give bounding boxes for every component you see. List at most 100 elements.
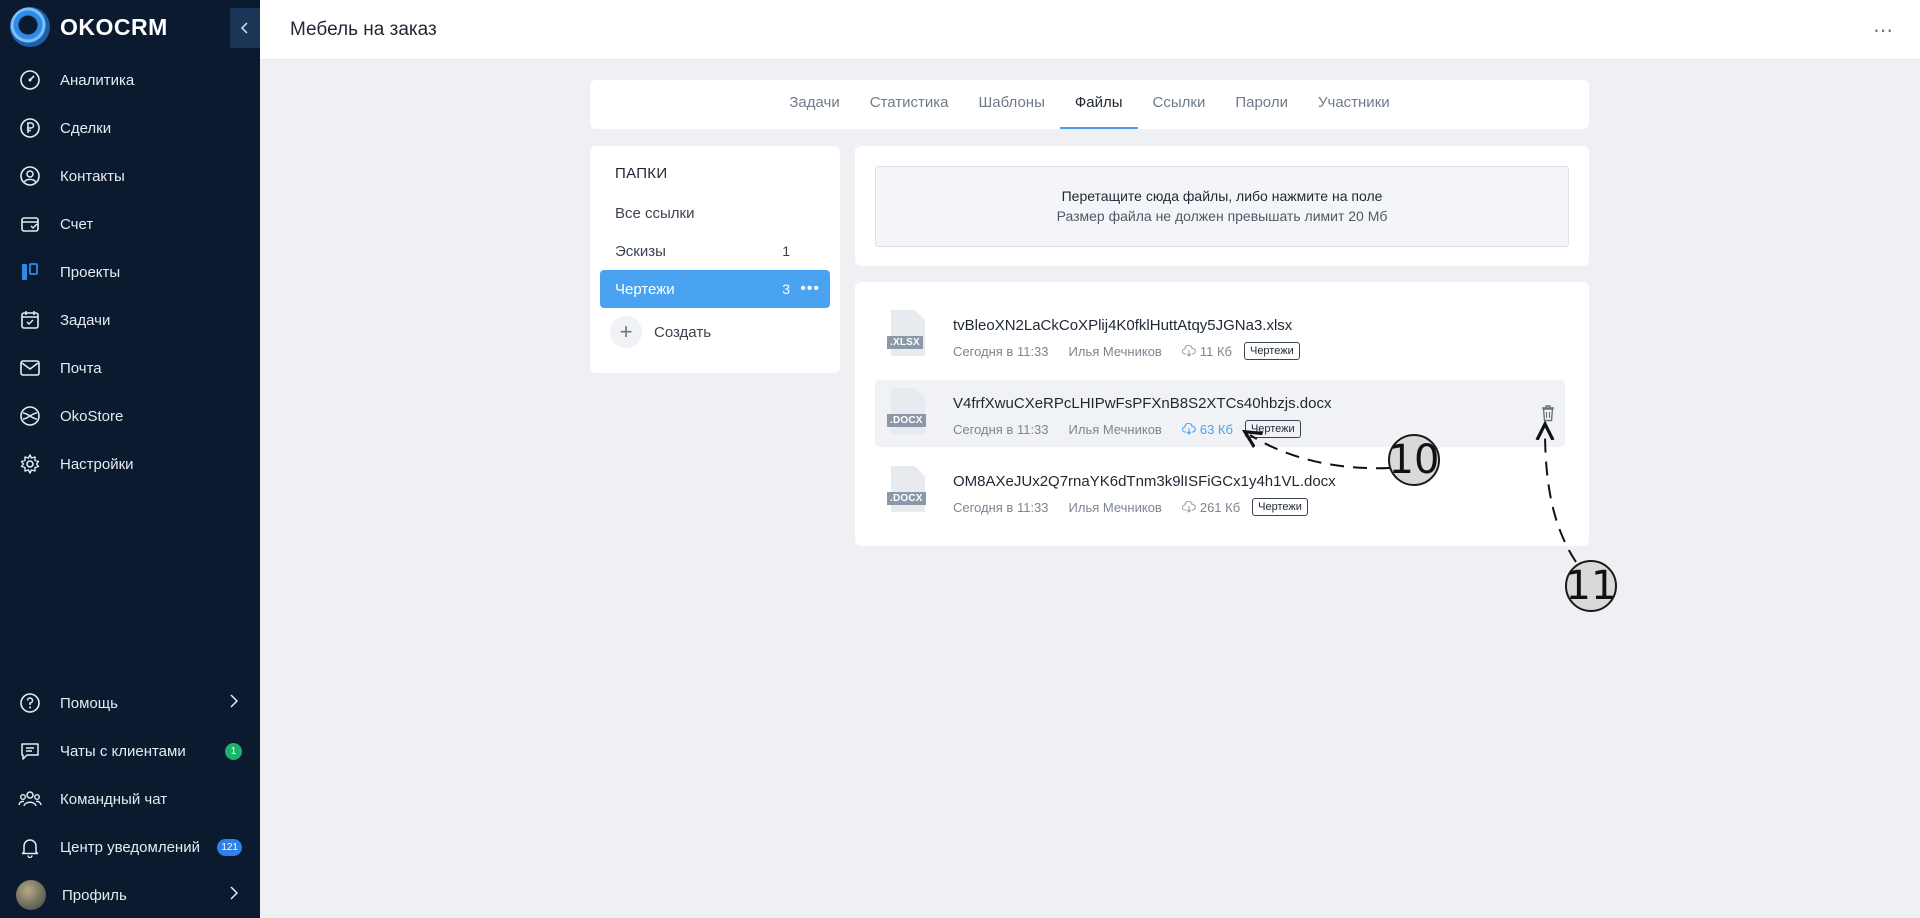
file-download[interactable]: 63 Кб	[1181, 422, 1233, 437]
ruble-icon	[18, 116, 42, 140]
sidebar-item-projects[interactable]: Проекты	[0, 248, 260, 296]
store-icon	[18, 404, 42, 428]
file-author: Илья Мечников	[1068, 421, 1162, 437]
sidebar-item-settings[interactable]: Настройки	[0, 440, 260, 488]
bell-icon	[18, 835, 42, 859]
page-title: Мебель на заказ	[290, 19, 437, 40]
file-meta: Сегодня в 11:33 Илья Мечников 261 Кб Чер…	[953, 498, 1308, 516]
file-extension: .DOCX	[887, 414, 926, 427]
folder-drawings[interactable]: Чертежи 3 •••	[600, 270, 830, 308]
folder-label: Все ссылки	[615, 204, 695, 222]
bottom-nav: Помощь Чаты с клиентами 1 Командный чат …	[0, 679, 260, 918]
sidebar-item-label: Профиль	[62, 886, 127, 904]
tab-files[interactable]: Файлы	[1059, 80, 1138, 129]
upload-panel: Перетащите сюда файлы, либо нажмите на п…	[855, 146, 1589, 266]
callout-10: 10	[1388, 434, 1440, 486]
trash-icon	[1542, 405, 1554, 422]
collapse-sidebar-button[interactable]	[230, 8, 260, 48]
create-folder-button[interactable]: + Создать	[610, 316, 711, 348]
file-size: 261 Кб	[1199, 499, 1241, 515]
file-name[interactable]: V4frfXwuCXeRPcLHIPwFsPFXnB8S2XTCs40hbzjs…	[953, 395, 1331, 412]
tab-statistics[interactable]: Статистика	[855, 80, 964, 129]
calendar-check-icon	[18, 308, 42, 332]
file-date: Сегодня в 11:33	[953, 421, 1049, 437]
sidebar-item-label: Проекты	[60, 263, 121, 281]
sidebar: OKOCRM Аналитика Сделки Контакты Счет Пр…	[0, 0, 260, 918]
delete-file-button[interactable]	[1541, 404, 1555, 427]
chat-icon	[18, 739, 42, 763]
file-dropzone[interactable]: Перетащите сюда файлы, либо нажмите на п…	[875, 166, 1569, 247]
sidebar-item-label: Центр уведомлений	[60, 838, 200, 856]
file-row[interactable]: .DOCX V4frfXwuCXeRPcLHIPwFsPFXnB8S2XTCs4…	[875, 380, 1565, 447]
dropzone-size-limit: Размер файла не должен превышать лимит 2…	[1056, 208, 1388, 224]
file-name[interactable]: tvBleoXN2LaCkCoXPlij4K0fklHuttAtqy5JGNa3…	[953, 317, 1292, 334]
folder-label: Чертежи	[615, 280, 675, 298]
sidebar-item-invoice[interactable]: Счет	[0, 200, 260, 248]
folder-all[interactable]: Все ссылки	[600, 194, 830, 232]
file-name[interactable]: OM8AXeJUx2Q7rnaYK6dTnm3k9lISFiGCx1y4h1VL…	[953, 473, 1336, 490]
notifications-badge: 121	[217, 838, 242, 856]
logo[interactable]: OKOCRM	[10, 6, 168, 48]
sidebar-item-label: Командный чат	[60, 790, 168, 808]
project-tabs: Задачи Статистика Шаблоны Файлы Ссылки П…	[590, 80, 1589, 129]
tab-members[interactable]: Участники	[1303, 80, 1405, 129]
more-options-button[interactable]: ⋯	[1873, 18, 1894, 43]
file-download[interactable]: 11 Кб	[1181, 343, 1232, 359]
file-download[interactable]: 261 Кб	[1181, 499, 1241, 515]
brand-name: OKOCRM	[60, 13, 168, 40]
docx-file-icon: .DOCX	[887, 466, 927, 516]
tab-templates[interactable]: Шаблоны	[964, 80, 1060, 129]
folder-tag: Чертежи	[1243, 342, 1300, 360]
callout-11: 11	[1565, 560, 1617, 612]
xlsx-file-icon: .XLSX	[887, 310, 927, 360]
sidebar-item-label: Контакты	[60, 167, 125, 185]
sidebar-item-team-chat[interactable]: Командный чат	[0, 775, 260, 823]
dropzone-instruction: Перетащите сюда файлы, либо нажмите на п…	[1061, 188, 1383, 204]
sidebar-item-help[interactable]: Помощь	[0, 679, 260, 727]
folder-sketches[interactable]: Эскизы 1	[600, 232, 830, 270]
create-folder-label: Создать	[654, 323, 712, 341]
sidebar-item-label: Аналитика	[60, 71, 135, 89]
sidebar-item-tasks[interactable]: Задачи	[0, 296, 260, 344]
sidebar-item-okostore[interactable]: OkoStore	[0, 392, 260, 440]
file-size: 11 Кб	[1199, 343, 1232, 359]
sidebar-item-label: Почта	[60, 359, 102, 377]
file-row[interactable]: .DOCX OM8AXeJUx2Q7rnaYK6dTnm3k9lISFiGCx1…	[875, 458, 1565, 525]
file-author: Илья Мечников	[1068, 499, 1162, 515]
folder-menu-icon[interactable]: •••	[800, 280, 820, 298]
sidebar-item-profile[interactable]: Профиль	[0, 871, 260, 918]
team-icon	[18, 787, 42, 811]
file-extension: .DOCX	[887, 492, 926, 505]
chevron-right-icon	[230, 694, 239, 712]
tab-links[interactable]: Ссылки	[1138, 80, 1221, 129]
sidebar-item-label: Сделки	[60, 119, 112, 137]
kanban-icon	[18, 260, 42, 284]
file-meta: Сегодня в 11:33 Илья Мечников 11 Кб Черт…	[953, 342, 1300, 360]
invoice-icon	[18, 212, 42, 236]
sidebar-item-mail[interactable]: Почта	[0, 344, 260, 392]
sidebar-item-analytics[interactable]: Аналитика	[0, 56, 260, 104]
plus-icon: +	[610, 316, 642, 348]
file-extension: .XLSX	[887, 336, 923, 349]
tab-passwords[interactable]: Пароли	[1220, 80, 1303, 129]
logo-icon	[10, 7, 50, 47]
sidebar-item-notifications[interactable]: Центр уведомлений 121	[0, 823, 260, 871]
cloud-download-icon	[1181, 423, 1196, 435]
file-row[interactable]: .XLSX tvBleoXN2LaCkCoXPlij4K0fklHuttAtqy…	[875, 302, 1565, 369]
tab-tasks[interactable]: Задачи	[774, 80, 854, 129]
sidebar-item-client-chats[interactable]: Чаты с клиентами 1	[0, 727, 260, 775]
sidebar-item-deals[interactable]: Сделки	[0, 104, 260, 152]
cloud-download-icon	[1181, 501, 1196, 513]
gauge-icon	[18, 68, 42, 92]
main-nav: Аналитика Сделки Контакты Счет Проекты З…	[0, 56, 260, 488]
folder-label: Эскизы	[615, 242, 666, 260]
folder-count: 1	[782, 243, 790, 259]
files-list: .XLSX tvBleoXN2LaCkCoXPlij4K0fklHuttAtqy…	[855, 282, 1589, 546]
folder-count: 3	[782, 281, 790, 297]
sidebar-item-label: Задачи	[60, 311, 111, 329]
sidebar-item-label: Чаты с клиентами	[60, 742, 186, 760]
sidebar-item-label: Настройки	[60, 455, 134, 473]
file-meta: Сегодня в 11:33 Илья Мечников 63 Кб Черт…	[953, 420, 1301, 438]
folder-tag: Чертежи	[1244, 420, 1301, 438]
sidebar-item-contacts[interactable]: Контакты	[0, 152, 260, 200]
